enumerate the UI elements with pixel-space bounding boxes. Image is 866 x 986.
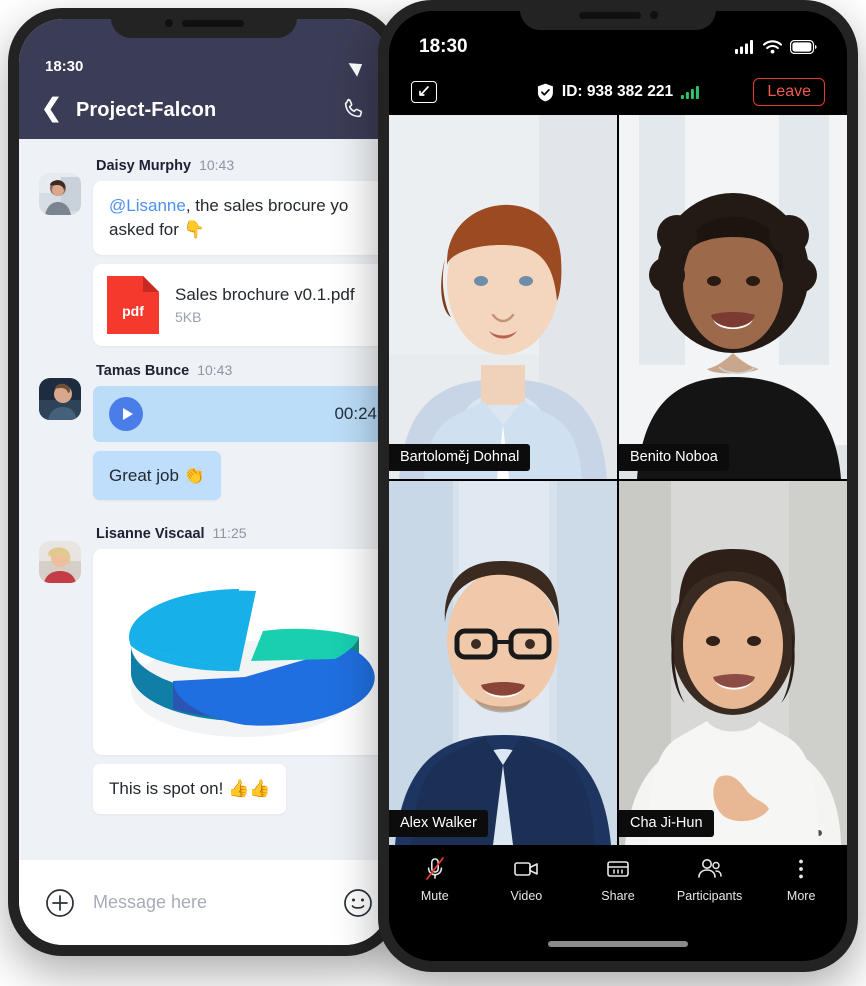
avatar (39, 541, 81, 584)
video-tile[interactable]: Alex Walker (389, 481, 617, 845)
pie-chart-3d (129, 589, 375, 738)
more-button[interactable]: More (763, 855, 839, 903)
wifi-triangle-icon (348, 57, 367, 77)
message-bubble-text[interactable]: @Lisanne, the sales brocure yo asked for… (93, 181, 389, 255)
message-timestamp: 10:43 (199, 157, 235, 173)
wifi-icon (763, 40, 782, 54)
signal-bars-icon (681, 85, 700, 99)
message-bubble-text[interactable]: Great job 👏 (93, 450, 221, 501)
video-grid: Bartoloměj Dohnal Benito Noboa Alex Walk… (389, 115, 847, 845)
message-meta: Tamas Bunce 10:43 (93, 362, 373, 379)
file-size: 5KB (175, 308, 202, 325)
svg-text:pdf: pdf (122, 303, 144, 319)
chat-status-icons (348, 57, 367, 77)
message-author: Lisanne Viscaal (96, 526, 205, 543)
tool-label: Mute (420, 889, 449, 903)
tool-label: More (786, 889, 816, 903)
shield-check-icon (537, 83, 553, 101)
message-text-line2: asked for 👇 (109, 219, 205, 239)
screenshot-stage: 18:30 ❮ Project-Falcon Daisy Murphy 10:4… (0, 0, 866, 986)
more-dots-icon (799, 859, 804, 879)
page-title: Project-Falcon (75, 98, 217, 121)
chat-phone-notch (111, 8, 297, 38)
video-camera-icon (514, 862, 539, 876)
avatar (39, 173, 81, 215)
message-timestamp: 10:43 (197, 361, 233, 378)
pie-chart-attachment[interactable] (93, 549, 389, 756)
voice-message-duration: 00:24 (334, 403, 377, 423)
file-attachment-card[interactable]: pdf Sales brochure v0.1.pdf 5KB (93, 263, 389, 346)
call-phone-notch (520, 0, 716, 30)
minimize-icon[interactable] (411, 81, 437, 103)
meeting-id-group: ID: 938 382 221 (537, 83, 700, 102)
call-status-icons (735, 40, 817, 54)
plus-circle-icon[interactable] (45, 888, 75, 918)
video-tile[interactable]: Cha Ji-Hun (619, 481, 847, 845)
cellular-bars-icon (735, 40, 753, 54)
chat-message-list[interactable]: Daisy Murphy 10:43 @Lisanne, the sales b… (19, 139, 389, 827)
battery-icon (790, 40, 817, 54)
call-toolbar: Mute Video Share Participants More (389, 845, 847, 923)
call-phone-frame: 18:30 ID: 938 382 221 Leave Bartoloměj D… (378, 0, 858, 972)
video-button[interactable]: Video (488, 855, 564, 903)
message-author: Daisy Murphy (96, 158, 192, 174)
message-column: Tamas Bunce 10:43 00:24 Great job 👏 (93, 362, 389, 510)
message-author: Tamas Bunce (96, 362, 190, 379)
call-status-time: 18:30 (419, 36, 468, 57)
message-input[interactable] (93, 892, 325, 913)
smiley-icon[interactable] (343, 888, 373, 918)
share-screen-icon (607, 861, 629, 877)
chevron-left-icon[interactable]: ❮ (41, 96, 62, 121)
participant-name: Bartoloměj Dohnal (389, 444, 531, 471)
chat-header: ❮ Project-Falcon (19, 81, 389, 139)
mic-muted-icon (425, 857, 444, 880)
participants-icon (697, 859, 722, 878)
message-group: Tamas Bunce 10:43 00:24 Great job 👏 (19, 362, 389, 510)
voice-message-bubble[interactable]: 00:24 (93, 385, 389, 442)
tool-label: Participants (676, 889, 743, 903)
chat-status-time: 18:30 (45, 58, 84, 75)
call-top-bar: ID: 938 382 221 Leave (389, 69, 847, 115)
chat-phone-frame: 18:30 ❮ Project-Falcon Daisy Murphy 10:4… (8, 8, 400, 956)
file-name: Sales brochure v0.1.pdf (175, 284, 355, 304)
leave-button[interactable]: Leave (753, 78, 825, 106)
video-tile[interactable]: Benito Noboa (619, 115, 847, 479)
meeting-id-text: ID: 938 382 221 (561, 83, 674, 100)
message-column: Daisy Murphy 10:43 @Lisanne, the sales b… (93, 157, 389, 346)
tool-label: Video (510, 889, 543, 903)
pdf-file-icon: pdf (107, 275, 159, 334)
file-info: Sales brochure v0.1.pdf 5KB (175, 285, 355, 325)
avatar (39, 377, 81, 420)
message-bubble-text[interactable]: This is spot on! 👍👍 (93, 764, 287, 815)
phone-icon[interactable] (341, 97, 367, 123)
message-meta: Lisanne Viscaal 11:25 (93, 525, 373, 542)
participant-name: Cha Ji-Hun (619, 810, 714, 837)
message-group: Lisanne Viscaal 11:25 This is spot on! 👍… (19, 525, 389, 823)
participant-name: Benito Noboa (619, 444, 729, 471)
mute-button[interactable]: Mute (397, 855, 473, 903)
message-group: Daisy Murphy 10:43 @Lisanne, the sales b… (19, 157, 389, 346)
message-meta: Daisy Murphy 10:43 (93, 157, 373, 174)
share-button[interactable]: Share (580, 855, 656, 903)
chat-phone-screen: 18:30 ❮ Project-Falcon Daisy Murphy 10:4… (19, 19, 389, 945)
participants-button[interactable]: Participants (672, 855, 748, 903)
message-column: Lisanne Viscaal 11:25 This is spot on! 👍… (93, 525, 389, 823)
message-composer (19, 859, 389, 945)
message-text-rest: , the sales brocure yo (185, 196, 349, 215)
tool-label: Share (601, 889, 635, 903)
home-indicator (548, 941, 688, 947)
message-timestamp: 11:25 (212, 525, 247, 542)
call-phone-screen: 18:30 ID: 938 382 221 Leave Bartoloměj D… (389, 11, 847, 961)
participant-name: Alex Walker (389, 810, 488, 837)
mention-link[interactable]: @Lisanne (109, 196, 186, 215)
video-tile[interactable]: Bartoloměj Dohnal (389, 115, 617, 479)
play-icon[interactable] (109, 396, 143, 431)
